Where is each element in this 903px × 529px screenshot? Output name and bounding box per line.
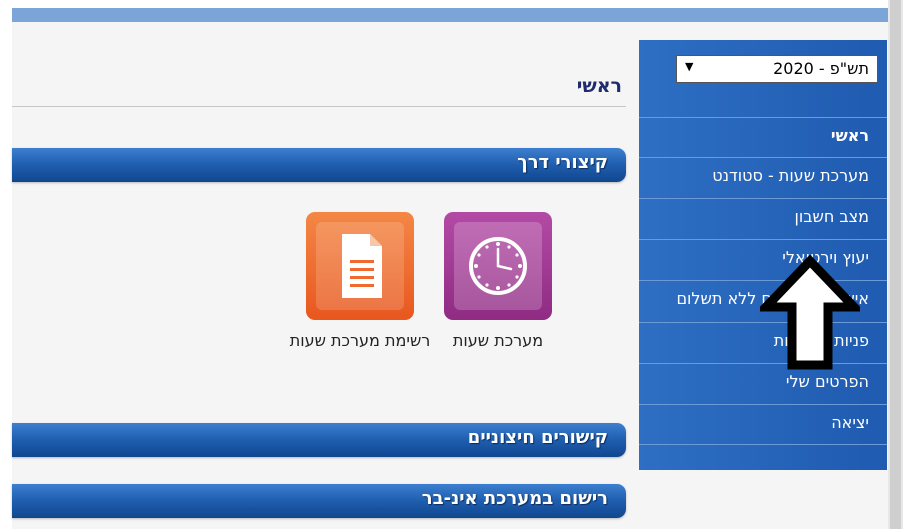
section-title-inbar-registration: רישום במערכת אינ-בר [421,488,608,509]
year-select[interactable]: תש"פ - 2020 ▼ [676,55,878,83]
section-title-external-links: קישורים חיצוניים [467,427,608,448]
sidebar-item-label: הפרטים שלי [785,372,869,391]
chevron-down-icon: ▼ [685,60,694,73]
year-select-value: תש"פ - 2020 [773,59,869,78]
page-title: ראשי [576,75,622,97]
scrollbar-thumb[interactable] [890,0,901,529]
sidebar-item-home[interactable]: ראשי [639,117,887,157]
sidebar-item-label: ראשי [830,126,869,145]
sidebar-item-student-schedule[interactable]: מערכת שעות - סטודנט [639,157,887,197]
document-icon [342,234,382,298]
section-title-shortcuts: קיצורי דרך [517,152,608,173]
shortcut-tile-schedule[interactable] [444,212,552,320]
section-bar-external-links[interactable]: קישורים חיצוניים [12,423,626,457]
sidebar-bottom-divider [639,444,887,445]
sidebar-item-label: יציאה [831,413,869,432]
shortcut-label-schedule[interactable]: מערכת שעות [438,330,558,352]
clock-icon [469,237,527,295]
sidebar-item-logout[interactable]: יציאה [639,404,887,444]
up-arrow-annotation-icon [760,255,860,370]
shortcut-label-schedule-list[interactable]: רשימת מערכת שעות [288,330,432,352]
shortcut-tile-schedule-list[interactable] [306,212,414,320]
sidebar-item-label: מערכת שעות - סטודנט [712,166,869,185]
top-banner-strip [12,8,888,22]
title-divider [12,106,626,107]
sidebar-item-label: מצב חשבון [794,207,869,226]
section-bar-shortcuts: קיצורי דרך [12,148,626,182]
sidebar-item-account-status[interactable]: מצב חשבון [639,198,887,238]
section-bar-inbar-registration[interactable]: רישום במערכת אינ-בר [12,484,626,518]
